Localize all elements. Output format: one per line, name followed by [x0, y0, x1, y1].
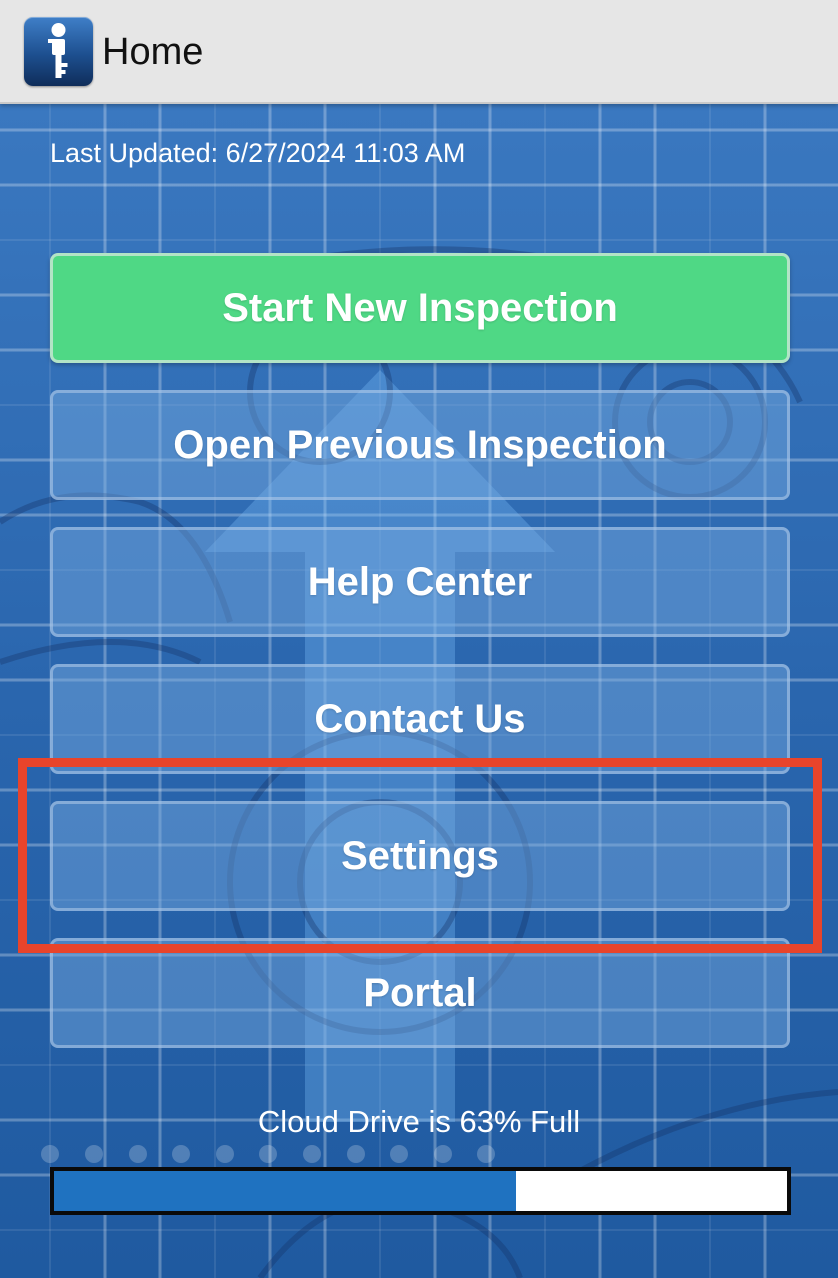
key-info-app-icon[interactable]	[24, 17, 93, 86]
portal-button[interactable]: Portal	[50, 938, 790, 1048]
start-new-inspection-button[interactable]: Start New Inspection	[50, 253, 790, 363]
contact-us-button[interactable]: Contact Us	[50, 664, 790, 774]
cloud-drive-progress-fill	[54, 1171, 516, 1211]
last-updated-text: Last Updated: 6/27/2024 11:03 AM	[50, 138, 466, 168]
settings-button[interactable]: Settings	[50, 801, 790, 911]
app-screen: Home Last Updated: 6/27/2024 11:03 AM St…	[0, 0, 838, 1278]
app-bar: Home	[0, 0, 838, 104]
open-previous-inspection-button[interactable]: Open Previous Inspection	[50, 390, 790, 500]
help-center-button[interactable]: Help Center	[50, 527, 790, 637]
page-title: Home	[102, 31, 204, 73]
cloud-drive-progress-bar	[50, 1167, 791, 1215]
cloud-drive-usage-label: Cloud Drive is 63% Full	[257, 1104, 581, 1139]
